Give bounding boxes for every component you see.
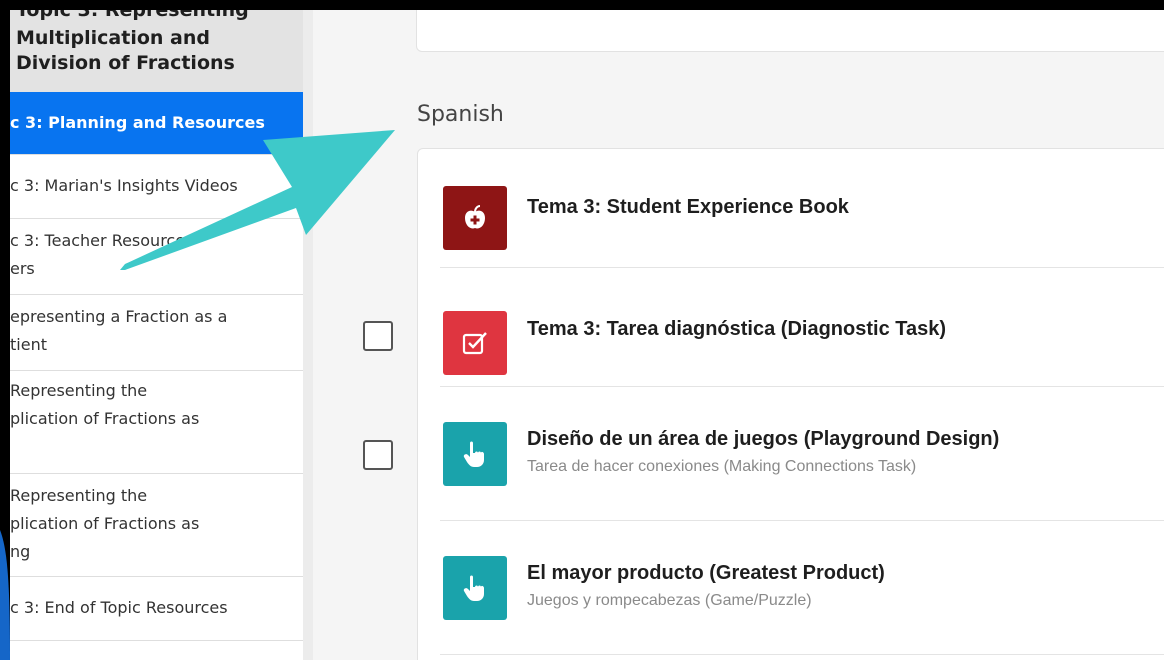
sidebar-item-fraction-quotient[interactable]: epresenting a Fraction as a tient [10, 295, 303, 371]
resource-subtitle: Tarea de hacer conexiones (Making Connec… [527, 458, 917, 475]
topic-header-line: Topic 3: Representing [16, 10, 249, 21]
pointing-hand-icon [443, 422, 507, 486]
resource-row[interactable]: Tema 3: Student Experience Book [440, 148, 1164, 268]
resource-title[interactable]: El mayor producto (Greatest Product) [527, 562, 885, 585]
checkbox-pencil-icon [443, 311, 507, 375]
sidebar-item-label: plication of Fractions as [10, 514, 200, 533]
section-title: Spanish [417, 102, 504, 127]
sidebar-item-label: tient [10, 335, 47, 354]
resource-title[interactable]: Tema 3: Student Experience Book [527, 196, 849, 219]
sidebar-item-label: ers [10, 259, 35, 278]
resource-row[interactable]: Diseño de un área de juegos (Playground … [440, 386, 1164, 521]
resource-checkbox[interactable] [363, 440, 393, 470]
sidebar-item-teacher-resource[interactable]: c 3: Teacher Resource ers [10, 219, 303, 295]
sidebar-item-end-of-topic[interactable]: c 3: End of Topic Resources [10, 577, 303, 641]
pointing-hand-icon [443, 556, 507, 620]
apple-icon [443, 186, 507, 250]
sidebar-item-multiplication-scaling[interactable]: Representing the plication of Fractions … [10, 474, 303, 577]
resource-row[interactable]: El mayor producto (Greatest Product) Jue… [440, 520, 1164, 655]
topic-header-line: Division of Fractions [16, 52, 235, 74]
resource-title[interactable]: Diseño de un área de juegos (Playground … [527, 428, 999, 451]
sidebar-item-label: Representing the [10, 486, 148, 505]
resource-row[interactable]: Tema 3: Tarea diagnóstica (Diagnostic Ta… [440, 267, 1164, 387]
app-window: Topic 3: Representing Multiplication and… [10, 10, 1164, 660]
previous-section-card [416, 10, 1164, 52]
resource-checkbox[interactable] [363, 321, 393, 351]
topic-header: Topic 3: Representing Multiplication and… [10, 10, 303, 92]
decorative-shape [0, 530, 10, 660]
topic-header-line: Multiplication and [16, 27, 210, 49]
resource-subtitle: Juegos y rompecabezas (Game/Puzzle) [527, 592, 812, 609]
main-content: Spanish Tema 3: Student Experience Book [313, 10, 1164, 660]
sidebar-item-label: ng [10, 542, 31, 561]
sidebar-item-label: Representing the [10, 381, 148, 400]
sidebar-item-label: c 3: Planning and Resources [10, 113, 265, 132]
sidebar-item-planning-resources[interactable]: c 3: Planning and Resources [10, 92, 303, 155]
sidebar-item-multiplication-area[interactable]: Representing the plication of Fractions … [10, 371, 303, 474]
sidebar-item-label: c 3: End of Topic Resources [10, 598, 228, 617]
resource-title[interactable]: Tema 3: Tarea diagnóstica (Diagnostic Ta… [527, 318, 946, 341]
sidebar-item-insights-videos[interactable]: c 3: Marian's Insights Videos [10, 155, 303, 219]
sidebar-item-label: plication of Fractions as [10, 409, 200, 428]
sidebar-item-label: epresenting a Fraction as a [10, 307, 228, 326]
sidebar-item-label: c 3: Marian's Insights Videos [10, 176, 238, 195]
topic-sidebar: Topic 3: Representing Multiplication and… [10, 10, 313, 660]
sidebar-item-label: c 3: Teacher Resource [10, 231, 186, 250]
